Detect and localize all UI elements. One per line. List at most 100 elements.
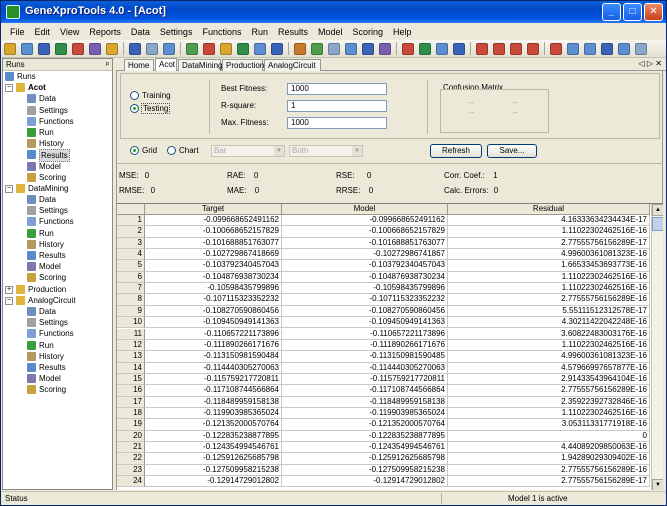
table-cell[interactable]: -0.127509958215238	[145, 464, 282, 477]
scroll-down-icon[interactable]: ▼	[652, 479, 663, 490]
toolbar-button-icon[interactable]	[129, 42, 141, 55]
table-cell[interactable]: 1.11022302462516E-16	[448, 226, 650, 238]
table-cell[interactable]: -0.100668652157829	[145, 226, 282, 238]
table-row[interactable]: 15 -0.115759217720811 -0.115759217720811 2.…	[117, 373, 650, 386]
table-cell[interactable]: 1.11022302462516E-16	[448, 339, 650, 352]
table-cell[interactable]: -0.119903985365024	[145, 407, 282, 420]
table-row[interactable]: 18 -0.119903985365024 -0.119903985365024 1.…	[117, 407, 650, 420]
menu-functions[interactable]: Functions	[197, 27, 246, 37]
collapse-icon[interactable]: −	[5, 84, 13, 93]
toolbar-button-icon[interactable]	[203, 42, 215, 55]
tab-home[interactable]: Home	[124, 59, 154, 71]
expand-icon[interactable]: +	[5, 285, 13, 294]
tab-production[interactable]: Production	[222, 59, 264, 71]
toolbar-button-icon[interactable]	[328, 42, 340, 55]
table-row[interactable]: 23 -0.127509958215238 -0.127509958215238 2.…	[117, 464, 650, 477]
table-cell[interactable]: 2.77555756156289E-17	[448, 237, 650, 250]
toolbar-button-icon[interactable]	[635, 42, 647, 55]
chart-type-select[interactable]: Bar ▼	[211, 145, 285, 157]
testing-radio[interactable]	[130, 104, 139, 113]
table-row[interactable]: 17 -0.118489959158138 -0.118489959158138 2.…	[117, 396, 650, 408]
table-cell[interactable]: -0.104876938730234	[145, 271, 282, 284]
table-cell[interactable]: -0.101688851763077	[282, 237, 448, 250]
table-cell[interactable]: -0.115759217720811	[282, 373, 448, 386]
table-cell[interactable]: 3.05311331771918E-16	[448, 419, 650, 431]
tree-item-model[interactable]: Model	[3, 373, 112, 384]
table-cell[interactable]: -0.124354994546761	[145, 442, 282, 454]
toolbar-button-icon[interactable]	[453, 42, 465, 55]
tree-item-data[interactable]: Data	[3, 194, 112, 205]
training-radio[interactable]	[130, 91, 139, 100]
minimize-button[interactable]: _	[602, 3, 621, 21]
table-cell[interactable]: -0.122835238877895	[145, 430, 282, 442]
table-row[interactable]: 22 -0.125912625685798 -0.125912625685798 1.…	[117, 453, 650, 465]
table-cell[interactable]: -0.114440305270063	[145, 362, 282, 374]
chart-series-select[interactable]: Both ▼	[289, 145, 363, 157]
table-cell[interactable]: 2.35922392732846E-16	[448, 396, 650, 408]
table-cell[interactable]: -0.113150981590485	[282, 351, 448, 363]
table-row[interactable]: 2 -0.100668652157829 -0.100668652157829 1.1…	[117, 226, 650, 238]
grid-radio[interactable]	[130, 146, 139, 155]
tree-item-settings[interactable]: Settings	[3, 105, 112, 116]
table-cell[interactable]: -0.10272986741867	[282, 249, 448, 261]
toolbar-button-icon[interactable]	[402, 42, 414, 55]
pin-icon[interactable]: ᵖ	[106, 59, 109, 70]
toolbar-button-icon[interactable]	[510, 42, 522, 55]
table-cell[interactable]: -0.107115323352232	[145, 294, 282, 306]
table-cell[interactable]: -0.113150981590484	[145, 351, 282, 363]
table-cell[interactable]: -0.109450949141363	[282, 317, 448, 329]
tree-item-history[interactable]: History	[3, 351, 112, 362]
table-row[interactable]: 7 -0.10598435799896 -0.10598435799896 1.110…	[117, 283, 650, 295]
tree-item-results[interactable]: Results	[3, 250, 112, 261]
toolbar-button-icon[interactable]	[237, 42, 249, 55]
menu-help[interactable]: Help	[388, 27, 417, 37]
table-cell[interactable]: -0.110657221173896	[145, 328, 282, 340]
toolbar-button-icon[interactable]	[311, 42, 323, 55]
menu-settings[interactable]: Settings	[155, 27, 198, 37]
table-cell[interactable]: 1.11022302462516E-16	[448, 271, 650, 284]
table-cell[interactable]: -0.117108744566864	[145, 385, 282, 397]
toolbar-button-icon[interactable]	[527, 42, 539, 55]
table-cell[interactable]: -0.125912625685798	[145, 453, 282, 465]
menu-data[interactable]: Data	[126, 27, 155, 37]
scroll-up-icon[interactable]: ▲	[652, 204, 663, 216]
maximize-button[interactable]: □	[623, 3, 642, 21]
table-cell[interactable]: -0.118489959158138	[145, 396, 282, 408]
menu-file[interactable]: File	[5, 27, 30, 37]
tree-item-scoring[interactable]: Scoring	[3, 272, 112, 283]
menu-model[interactable]: Model	[313, 27, 348, 37]
table-cell[interactable]: 4.30211422042248E-16	[448, 317, 650, 329]
table-cell[interactable]: -0.103792340457043	[282, 260, 448, 272]
tree-item-results[interactable]: Results	[3, 149, 112, 163]
table-cell[interactable]: -0.109450949141363	[145, 317, 282, 329]
table-cell[interactable]: 2.77555756156289E-17	[448, 476, 650, 488]
tree-item-history[interactable]: History	[3, 138, 112, 149]
tree-item-run[interactable]: Run	[3, 228, 112, 239]
menu-view[interactable]: View	[55, 27, 84, 37]
collapse-icon[interactable]: −	[5, 296, 13, 305]
table-row[interactable]: 24 -0.12914729012802 -0.12914729012802 2.77…	[117, 476, 650, 488]
table-cell[interactable]: -0.102729867418669	[145, 249, 282, 261]
table-row[interactable]: 20 -0.122835238877895 -0.122835238877895 0	[117, 430, 650, 442]
toolbar-button-icon[interactable]	[476, 42, 488, 55]
table-cell[interactable]: 4.16333634234434E-17	[448, 215, 650, 227]
column-header[interactable]	[117, 204, 145, 215]
tree-item-data[interactable]: Data	[3, 306, 112, 317]
column-header[interactable]: Target	[145, 204, 282, 215]
table-cell[interactable]: -0.124354994546761	[282, 442, 448, 454]
table-cell[interactable]: -0.10598435799896	[145, 283, 282, 295]
table-row[interactable]: 9 -0.108270590860456 -0.108270590860456 5.5…	[117, 305, 650, 318]
table-cell[interactable]: -0.108270590860456	[145, 305, 282, 318]
tree-item-scoring[interactable]: Scoring	[3, 384, 112, 395]
tree-item-model[interactable]: Model	[3, 161, 112, 172]
tree-item-history[interactable]: History	[3, 239, 112, 250]
tree-item-run[interactable]: Run	[3, 127, 112, 138]
toolbar-button-icon[interactable]	[436, 42, 448, 55]
table-cell[interactable]: 2.77555756156289E-16	[448, 385, 650, 397]
tab-analogcircuit[interactable]: AnalogCircuit	[264, 59, 321, 71]
best-fitness-field[interactable]: 1000	[287, 83, 387, 95]
table-cell[interactable]: -0.12914729012802	[145, 476, 282, 488]
tree-item-data[interactable]: Data	[3, 93, 112, 104]
tree-item-functions[interactable]: Functions	[3, 216, 112, 227]
menu-edit[interactable]: Edit	[30, 27, 56, 37]
